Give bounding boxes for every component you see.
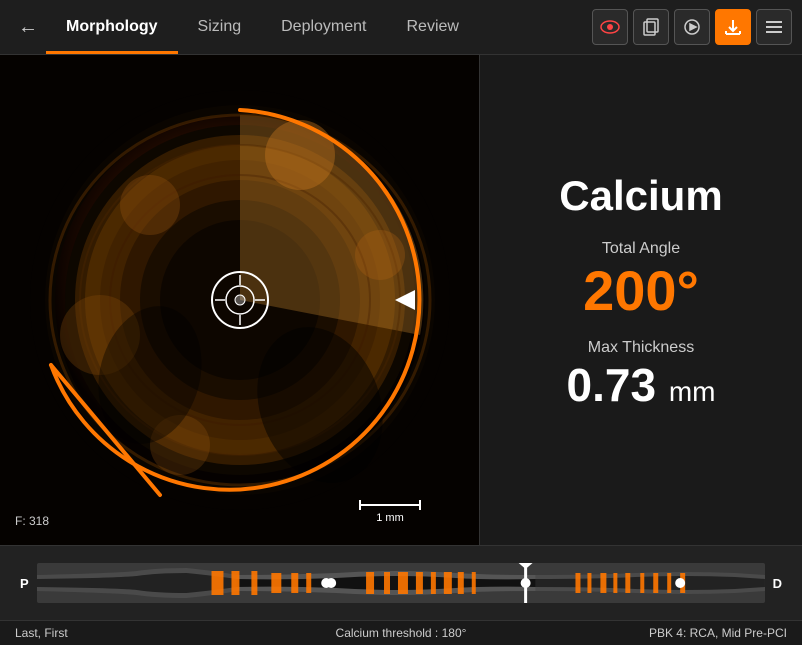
procedure-info: PBK 4: RCA, Mid Pre-PCI — [530, 626, 787, 640]
center-crosshair — [212, 272, 268, 328]
max-thickness-section: Max Thickness 0.73 mm — [567, 339, 716, 408]
oct-svg: 1 mm F: 318 — [0, 55, 480, 545]
header: ← Morphology Sizing Deployment Review — [0, 0, 802, 55]
menu-button[interactable] — [756, 9, 792, 45]
calcium-title: Calcium — [559, 172, 722, 220]
tab-review[interactable]: Review — [387, 8, 479, 46]
oct-image-panel[interactable]: 1 mm F: 318 — [0, 55, 480, 545]
total-angle-value: 200° — [583, 263, 699, 319]
download-button[interactable] — [715, 9, 751, 45]
max-thickness-value: 0.73 mm — [567, 362, 716, 408]
navigation-tabs: Morphology Sizing Deployment Review — [46, 8, 592, 46]
total-angle-section: Total Angle 200° — [583, 240, 699, 319]
back-button[interactable]: ← — [10, 9, 46, 45]
svg-text:F: 318: F: 318 — [15, 514, 49, 528]
tab-sizing[interactable]: Sizing — [178, 8, 262, 46]
timeline-d-label: D — [773, 576, 782, 591]
copy-button[interactable] — [633, 9, 669, 45]
header-icon-group — [592, 9, 792, 45]
play-button[interactable] — [674, 9, 710, 45]
main-content: 1 mm F: 318 Calcium Total Angle 200° Max… — [0, 55, 802, 545]
timeline-svg — [37, 563, 765, 603]
tab-deployment[interactable]: Deployment — [261, 8, 386, 46]
timeline-p-label: P — [20, 576, 29, 591]
timeline-panel[interactable]: P — [0, 545, 802, 620]
tab-morphology[interactable]: Morphology — [46, 8, 178, 46]
patient-name: Last, First — [15, 626, 272, 640]
oct-canvas: 1 mm F: 318 — [0, 55, 479, 545]
metrics-panel: Calcium Total Angle 200° Max Thickness 0… — [480, 55, 802, 545]
max-thickness-label: Max Thickness — [567, 339, 716, 357]
total-angle-label: Total Angle — [583, 240, 699, 258]
status-bar: Last, First Calcium threshold : 180° PBK… — [0, 620, 802, 645]
svg-text:1 mm: 1 mm — [376, 512, 404, 524]
calcium-threshold: Calcium threshold : 180° — [272, 626, 529, 640]
timeline-track[interactable] — [37, 563, 765, 603]
eye-button[interactable] — [592, 9, 628, 45]
